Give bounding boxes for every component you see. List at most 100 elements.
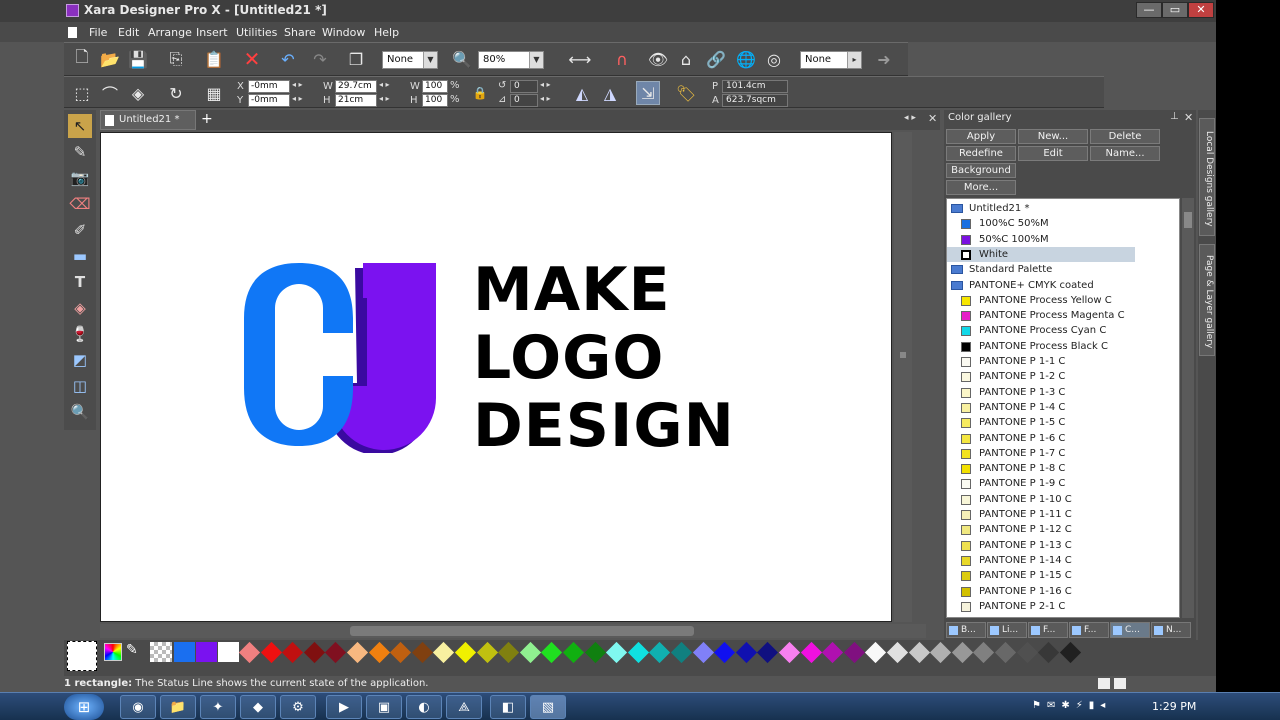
taskbar-app-icon-6[interactable]: ◐	[406, 695, 442, 719]
gallery-color-item[interactable]: PANTONE P 1-6 C	[947, 431, 1179, 446]
selector-tool-icon[interactable]: ↖	[68, 114, 92, 138]
y-field[interactable]: -0mm	[248, 94, 290, 107]
transparency-tool-icon[interactable]: 🍷	[68, 322, 92, 346]
flip-vertical-icon[interactable]: ◮	[598, 81, 622, 105]
gallery-tab-3[interactable]: F...	[1069, 622, 1109, 638]
logo-line-make[interactable]: MAKE	[473, 255, 671, 325]
snap-combo[interactable]: None ▸	[800, 51, 862, 69]
menu-file[interactable]: File	[89, 26, 107, 39]
skew-field[interactable]: 0	[510, 94, 538, 107]
name-button[interactable]: Name...	[1090, 146, 1160, 161]
photo-tool-icon[interactable]: 📷	[68, 166, 92, 190]
flip-horizontal-icon[interactable]: ◭	[570, 81, 594, 105]
color-editor-icon[interactable]	[104, 643, 122, 661]
curve-icon[interactable]: ⌒	[98, 81, 122, 105]
gallery-scroll-thumb[interactable]	[1184, 212, 1192, 228]
vertical-scrollbar[interactable]	[894, 132, 912, 622]
hscroll-thumb[interactable]	[350, 626, 694, 636]
gallery-color-item[interactable]: PANTONE Process Magenta C	[947, 308, 1179, 323]
local-designs-gallery-tab[interactable]: Local Designs gallery	[1199, 118, 1215, 236]
fill-icon[interactable]: ◈	[126, 81, 150, 105]
gallery-color-item[interactable]: PANTONE P 1-3 C	[947, 385, 1179, 400]
gallery-color-item[interactable]: White	[947, 246, 1135, 262]
status-icon-2[interactable]	[1114, 678, 1126, 689]
gallery-tab-4[interactable]: C...	[1110, 622, 1150, 638]
gallery-color-item[interactable]: PANTONE P 1-11 C	[947, 507, 1179, 522]
zoom-tool-icon[interactable]: 🔍	[68, 400, 92, 424]
cj-logo-mark[interactable]	[241, 258, 441, 453]
shadow-tool-icon[interactable]: ◩	[68, 348, 92, 372]
open-icon[interactable]: 📂	[98, 47, 122, 71]
gallery-color-item[interactable]: PANTONE P 1-5 C	[947, 415, 1179, 430]
fill-tool-icon[interactable]: ◈	[68, 296, 92, 320]
scroll-grip[interactable]	[900, 352, 906, 358]
minimize-button[interactable]: —	[1136, 2, 1162, 18]
preview-icon[interactable]: 👁	[646, 47, 670, 71]
tray-icons[interactable]: ⚑✉✱⚡▮◂	[1032, 700, 1111, 711]
h-spin-icon[interactable]: ◂ ▸	[379, 94, 390, 103]
gallery-scrollbar[interactable]	[1182, 198, 1194, 618]
gallery-color-item[interactable]: PANTONE P 1-7 C	[947, 446, 1179, 461]
freehand-tool-icon[interactable]: ✎	[68, 140, 92, 164]
zoom-combo[interactable]: 80% ▼	[478, 51, 544, 69]
forward-arrow-icon[interactable]: ➜	[872, 47, 896, 71]
shape-editor-tool-icon[interactable]: ✐	[68, 218, 92, 242]
scale-h-field[interactable]: 100	[422, 94, 448, 107]
eraser-tool-icon[interactable]: ⌫	[68, 192, 92, 216]
taskbar-chrome-icon[interactable]: ◉	[120, 695, 156, 719]
web-preview-icon[interactable]: ⌂	[674, 47, 698, 71]
close-button[interactable]: ✕	[1188, 2, 1214, 18]
ruler-icon[interactable]: ⟷	[560, 47, 600, 71]
rotate-handles-icon[interactable]: ↻	[164, 81, 188, 105]
menu-arrange[interactable]: Arrange	[148, 26, 192, 39]
rectangle-tool-icon[interactable]: ▬	[68, 244, 92, 268]
text-tool-icon[interactable]: T	[68, 270, 92, 294]
rotate-spin-icon[interactable]: ◂ ▸	[540, 80, 551, 89]
menu-window[interactable]: Window	[322, 26, 365, 39]
skew-spin-icon[interactable]: ◂ ▸	[540, 94, 551, 103]
broadcast-icon[interactable]: ◎	[762, 47, 786, 71]
page-layer-gallery-tab[interactable]: Page & Layer gallery	[1199, 244, 1215, 356]
taskbar-app-icon-4[interactable]: ▶	[326, 695, 362, 719]
gallery-color-item[interactable]: PANTONE P 1-15 C	[947, 568, 1179, 583]
taskbar-app-icon-7[interactable]: ⟁	[446, 695, 482, 719]
palette-swatch[interactable]	[218, 642, 239, 662]
grid-icon[interactable]: ▦	[202, 81, 226, 105]
drawing-canvas[interactable]: MAKE LOGO DESIGN	[100, 132, 892, 622]
logo-line-design[interactable]: DESIGN	[473, 391, 735, 461]
menu-utilities[interactable]: Utilities	[236, 26, 277, 39]
taskbar-explorer-icon[interactable]: 📁	[160, 695, 196, 719]
undo-icon[interactable]: ↶	[276, 47, 300, 71]
close-doc-icon[interactable]: ✕	[928, 112, 937, 125]
duplicate-icon[interactable]: ❐	[344, 47, 368, 71]
gallery-folder[interactable]: PANTONE+ CMYK coated	[947, 278, 1179, 293]
scale-w-field[interactable]: 100	[422, 80, 448, 93]
snap-magnet-icon[interactable]: ∩	[610, 47, 634, 71]
gallery-color-item[interactable]: 50%C 100%M	[947, 232, 1179, 247]
current-fill-swatch[interactable]	[67, 641, 97, 671]
move-to-back-icon[interactable]: ⇲	[636, 81, 660, 105]
gallery-color-item[interactable]: PANTONE P 1-1 C	[947, 354, 1179, 369]
quality-combo[interactable]: None ▼	[382, 51, 438, 69]
rotate-field[interactable]: 0	[510, 80, 538, 93]
close-gallery-icon[interactable]: ✕	[1184, 111, 1193, 124]
gallery-tab-1[interactable]: Li...	[987, 622, 1027, 638]
apply-button[interactable]: Apply	[946, 129, 1016, 144]
gallery-folder[interactable]: Untitled21 *	[947, 201, 1179, 216]
taskbar-app-icon-8[interactable]: ◧	[490, 695, 526, 719]
taskbar-xara-icon[interactable]: ▧	[530, 695, 566, 719]
delete-icon[interactable]: ✕	[240, 47, 264, 71]
gallery-tab-0[interactable]: B...	[946, 622, 986, 638]
tab-nav-icon[interactable]: ◂ ▸	[904, 113, 916, 123]
taskbar-app-icon-5[interactable]: ▣	[366, 695, 402, 719]
gallery-color-item[interactable]: PANTONE P 1-14 C	[947, 553, 1179, 568]
x-field[interactable]: -0mm	[248, 80, 290, 93]
gallery-color-item[interactable]: PANTONE P 1-2 C	[947, 369, 1179, 384]
paste-icon[interactable]: 📋	[202, 47, 226, 71]
palette-swatch[interactable]	[174, 642, 195, 662]
edit-button[interactable]: Edit	[1018, 146, 1088, 161]
add-tab-button[interactable]: +	[201, 111, 213, 127]
gallery-folder[interactable]: Standard Palette	[947, 262, 1179, 277]
maximize-button[interactable]: ▭	[1162, 2, 1188, 18]
new-button[interactable]: New...	[1018, 129, 1088, 144]
